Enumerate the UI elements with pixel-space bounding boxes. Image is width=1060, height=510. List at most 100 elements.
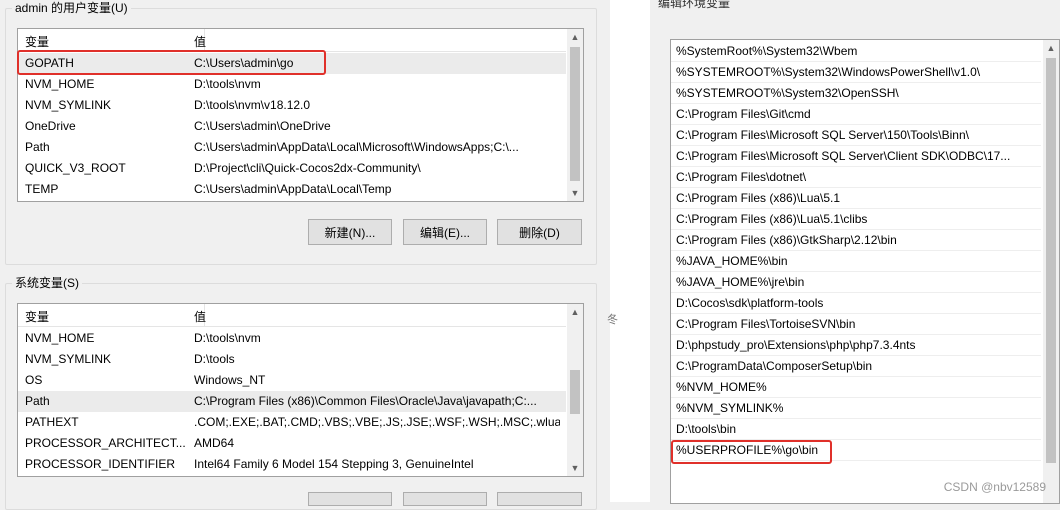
list-header: 变量 值 (18, 29, 566, 52)
list-item[interactable]: %JAVA_HOME%\bin (671, 251, 1041, 272)
list-item[interactable]: D:\phpstudy_pro\Extensions\php\php7.3.4n… (671, 335, 1041, 356)
system-new-button[interactable] (308, 492, 392, 506)
table-row[interactable]: TEMP C:\Users\admin\AppData\Local\Temp (18, 179, 566, 200)
path-entry-list[interactable]: %SystemRoot%\System32\Wbem %SYSTEMROOT%\… (670, 39, 1060, 504)
system-edit-button[interactable] (403, 492, 487, 506)
list-item[interactable]: C:\Program Files (x86)\Lua\5.1\clibs (671, 209, 1041, 230)
path-entry: D:\tools\bin (676, 422, 737, 436)
variable-value: D:\tools\nvm\v18.12.0 (194, 98, 311, 112)
vertical-scrollbar[interactable]: ▲ ▼ (567, 29, 583, 201)
variable-name: NVM_HOME (25, 331, 95, 345)
variable-name: PROCESSOR_IDENTIFIER (25, 457, 176, 471)
scroll-up-icon[interactable]: ▲ (567, 29, 583, 45)
variable-value: D:\tools (194, 352, 235, 366)
path-entry: %SYSTEMROOT%\System32\WindowsPowerShell\… (676, 65, 981, 79)
edit-environment-variable-dialog: 编辑环境变量 %SystemRoot%\System32\Wbem %SYSTE… (650, 0, 1060, 504)
new-button[interactable]: 新建(N)... (308, 219, 392, 245)
table-row[interactable]: NVM_HOME D:\tools\nvm (18, 328, 566, 349)
variable-name: PATHEXT (25, 415, 79, 429)
list-item[interactable]: %NVM_SYMLINK% (671, 398, 1041, 419)
table-row[interactable]: PATHEXT .COM;.EXE;.BAT;.CMD;.VBS;.VBE;.J… (18, 412, 566, 433)
scrollbar-thumb[interactable] (1046, 58, 1056, 463)
path-entry: D:\Cocos\sdk\platform-tools (676, 296, 824, 310)
variable-value: C:\Program Files (x86)\Common Files\Orac… (194, 394, 537, 408)
variable-value: C:\Users\admin\AppData\Local\Microsoft\W… (194, 140, 519, 154)
path-entry: D:\phpstudy_pro\Extensions\php\php7.3.4n… (676, 338, 916, 352)
edit-button[interactable]: 编辑(E)... (403, 219, 487, 245)
path-entry: C:\Program Files\TortoiseSVN\bin (676, 317, 856, 331)
column-header-name[interactable]: 变量 (25, 308, 49, 325)
scrollbar-thumb[interactable] (570, 370, 580, 414)
system-variables-title: 系统变量(S) (12, 276, 82, 290)
scroll-up-icon[interactable]: ▲ (567, 304, 583, 320)
variable-value: C:\Users\admin\OneDrive (194, 119, 331, 133)
variable-name: NVM_SYMLINK (25, 352, 112, 366)
list-item[interactable]: %NVM_HOME% (671, 377, 1041, 398)
variable-name: QUICK_V3_ROOT (25, 161, 126, 175)
scrollbar-thumb[interactable] (570, 47, 580, 181)
table-row[interactable]: Path C:\Program Files (x86)\Common Files… (18, 391, 566, 412)
path-entry: C:\Program Files\Microsoft SQL Server\15… (676, 128, 969, 142)
vertical-scrollbar[interactable]: ▲ ▼ (567, 304, 583, 476)
variable-name: TEMP (25, 182, 59, 196)
path-entry: C:\Program Files (x86)\GtkSharp\2.12\bin (676, 233, 897, 247)
list-item[interactable]: %SYSTEMROOT%\System32\WindowsPowerShell\… (671, 62, 1041, 83)
column-header-name[interactable]: 变量 (25, 33, 49, 50)
list-item[interactable]: C:\Program Files (x86)\Lua\5.1 (671, 188, 1041, 209)
table-row[interactable]: OneDrive C:\Users\admin\OneDrive (18, 116, 566, 137)
list-item[interactable]: D:\tools\bin (671, 419, 1041, 440)
list-item[interactable]: %SYSTEMROOT%\System32\OpenSSH\ (671, 83, 1041, 104)
variable-name: Path (25, 394, 50, 408)
list-item[interactable]: C:\Program Files\dotnet\ (671, 167, 1041, 188)
window-gap (610, 0, 650, 502)
variable-value: AMD64 (194, 436, 235, 450)
table-row[interactable]: QUICK_V3_ROOT D:\Project\cli\Quick-Cocos… (18, 158, 566, 179)
list-item[interactable]: C:\Program Files\Git\cmd (671, 104, 1041, 125)
list-header: 变量 值 (18, 304, 566, 327)
table-row[interactable]: NVM_SYMLINK D:\tools (18, 349, 566, 370)
watermark: CSDN @nbv12589 (943, 480, 1046, 494)
scroll-down-icon[interactable]: ▼ (567, 460, 583, 476)
variable-name: NVM_HOME (25, 77, 95, 91)
environment-variables-dialog: admin 的用户变量(U) 变量 值 GOPATH C:\Users\admi… (0, 0, 610, 510)
list-item[interactable]: C:\Program Files\Microsoft SQL Server\Cl… (671, 146, 1041, 167)
list-item[interactable]: C:\ProgramData\ComposerSetup\bin (671, 356, 1041, 377)
path-entry: %JAVA_HOME%\bin (676, 254, 788, 268)
variable-name: OS (25, 373, 43, 387)
scroll-down-icon[interactable]: ▼ (567, 185, 583, 201)
table-row[interactable]: NVM_HOME D:\tools\nvm (18, 74, 566, 95)
path-entry: C:\Program Files\Microsoft SQL Server\Cl… (676, 149, 1011, 163)
vertical-scrollbar[interactable]: ▲ (1043, 40, 1059, 503)
scroll-up-icon[interactable]: ▲ (1043, 40, 1059, 56)
table-row[interactable]: NVM_SYMLINK D:\tools\nvm\v18.12.0 (18, 95, 566, 116)
column-header-value[interactable]: 值 (194, 308, 206, 325)
variable-value: D:\Project\cli\Quick-Cocos2dx-Community\ (194, 161, 421, 175)
list-item[interactable]: %JAVA_HOME%\jre\bin (671, 272, 1041, 293)
table-row[interactable]: PROCESSOR_IDENTIFIER Intel64 Family 6 Mo… (18, 454, 566, 475)
highlight-userprofile-go-bin (671, 440, 832, 464)
delete-button[interactable]: 删除(D) (497, 219, 582, 245)
dialog-title: 编辑环境变量 (658, 0, 731, 10)
table-row[interactable]: Path C:\Users\admin\AppData\Local\Micros… (18, 137, 566, 158)
list-item[interactable]: C:\Program Files (x86)\GtkSharp\2.12\bin (671, 230, 1041, 251)
path-entry: C:\Program Files (x86)\Lua\5.1 (676, 191, 841, 205)
list-item[interactable]: %SystemRoot%\System32\Wbem (671, 41, 1041, 62)
variable-value: Windows_NT (194, 373, 266, 387)
variable-name: PROCESSOR_ARCHITECT... (25, 436, 186, 450)
path-entry: C:\ProgramData\ComposerSetup\bin (676, 359, 873, 373)
clipped-label: 冬 (607, 314, 618, 326)
list-item[interactable]: D:\Cocos\sdk\platform-tools (671, 293, 1041, 314)
table-row[interactable]: OS Windows_NT (18, 370, 566, 391)
table-row[interactable]: PROCESSOR_ARCHITECT... AMD64 (18, 433, 566, 454)
system-delete-button[interactable] (497, 492, 582, 506)
list-item[interactable]: C:\Program Files\Microsoft SQL Server\15… (671, 125, 1041, 146)
variable-value: D:\tools\nvm (194, 331, 261, 345)
path-entry: %SYSTEMROOT%\System32\OpenSSH\ (676, 86, 899, 100)
variable-value: Intel64 Family 6 Model 154 Stepping 3, G… (194, 457, 474, 471)
variable-name: OneDrive (25, 119, 76, 133)
system-variables-list[interactable]: 变量 值 NVM_HOME D:\tools\nvm NVM_SYMLINK D… (17, 303, 584, 477)
path-entry: C:\Program Files\Git\cmd (676, 107, 811, 121)
user-variables-title: admin 的用户变量(U) (12, 1, 131, 15)
column-header-value[interactable]: 值 (194, 33, 206, 50)
list-item[interactable]: C:\Program Files\TortoiseSVN\bin (671, 314, 1041, 335)
